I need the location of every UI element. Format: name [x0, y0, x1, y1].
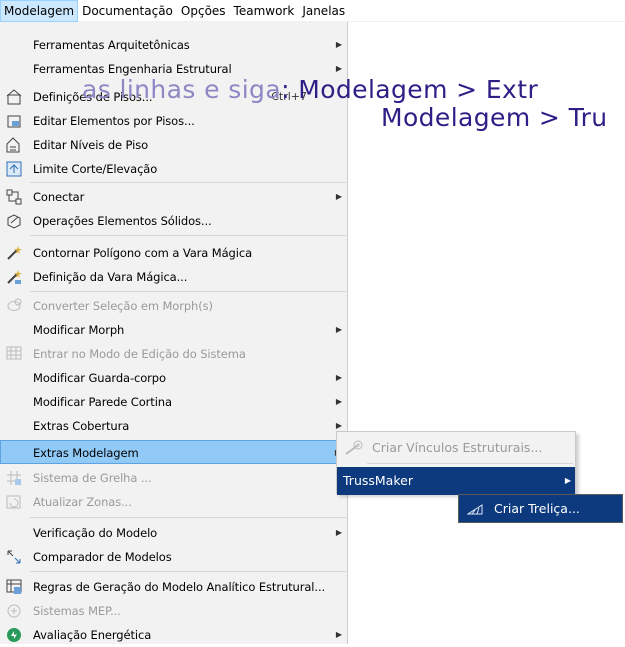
- magic-wand-settings-icon: [6, 269, 22, 285]
- menu-item-label: Regras de Geração do Modelo Analítico Es…: [33, 580, 326, 594]
- menu-item-extras-cobertura[interactable]: Extras Cobertura ▶: [0, 414, 347, 438]
- menu-item-label: Avaliação Energética: [33, 628, 152, 642]
- instruction-text-line2: Modelagem > Tru: [381, 103, 608, 132]
- menu-item-comparador-modelos[interactable]: Comparador de Modelos: [0, 545, 347, 569]
- truss-icon: [466, 501, 483, 517]
- submenu-arrow-icon: ▶: [335, 397, 342, 406]
- menu-item-label: Ferramentas Arquitetônicas: [33, 38, 190, 52]
- menu-divider: [30, 235, 346, 236]
- instruction-prefix: as linhas e siga: [82, 75, 282, 104]
- menu-item-editar-elementos-pisos[interactable]: Editar Elementos por Pisos...: [0, 109, 347, 133]
- extras-modelagem-submenu: Criar Vínculos Estruturais... TrussMaker…: [336, 431, 576, 495]
- menu-item-label: Conectar: [33, 190, 85, 204]
- menu-item-definicao-vara-magica[interactable]: Definição da Vara Mágica...: [0, 265, 347, 289]
- menu-item-sistemas-mep: Sistemas MEP...: [0, 599, 347, 623]
- submenu-item-label: TrussMaker: [343, 473, 413, 488]
- menu-item-modificar-morph[interactable]: Modificar Morph ▶: [0, 318, 347, 342]
- menu-item-label: Definição da Vara Mágica...: [33, 270, 188, 284]
- menu-item-converter-morph: Converter Seleção em Morph(s): [0, 294, 347, 318]
- submenu-item-criar-vinculos: Criar Vínculos Estruturais...: [337, 434, 575, 462]
- menu-item-atualizar-zonas: Atualizar Zonas...: [0, 490, 347, 514]
- submenu-item-label: Criar Treliça...: [494, 501, 580, 516]
- submenu-arrow-icon: ▶: [335, 528, 342, 537]
- menu-item-label: Sistema de Grelha ...: [33, 471, 152, 485]
- menu-item-avaliacao-energetica[interactable]: Avaliação Energética ▶: [0, 623, 347, 647]
- menu-documentacao[interactable]: Documentação: [78, 0, 177, 22]
- menu-item-label: Editar Níveis de Piso: [33, 138, 149, 152]
- submenu-arrow-icon: ▶: [564, 476, 571, 485]
- menu-teamwork[interactable]: Teamwork: [230, 0, 299, 22]
- trussmaker-submenu: Criar Treliça...: [458, 494, 623, 523]
- menu-item-label: Extras Modelagem: [33, 446, 139, 460]
- submenu-arrow-icon: ▶: [335, 325, 342, 334]
- structural-links-icon: [345, 440, 363, 456]
- submenu-arrow-icon: ▶: [335, 192, 342, 201]
- update-zones-icon: [6, 494, 22, 510]
- menu-item-modificar-guarda-corpo[interactable]: Modificar Guarda-corpo ▶: [0, 366, 347, 390]
- submenu-item-criar-trelica[interactable]: Criar Treliça...: [459, 495, 622, 522]
- submenu-arrow-icon: ▶: [335, 40, 342, 49]
- system-edit-icon: [6, 346, 22, 362]
- menu-item-label: Modificar Guarda-corpo: [33, 371, 166, 385]
- menu-modelagem[interactable]: Modelagem: [0, 0, 79, 22]
- grid-system-icon: [6, 470, 22, 486]
- solid-ops-icon: [6, 213, 22, 229]
- menu-item-label: Comparador de Modelos: [33, 550, 172, 564]
- menu-item-label: Verificação do Modelo: [33, 526, 158, 540]
- energy-icon: [6, 627, 22, 643]
- menu-item-label: Extras Cobertura: [33, 419, 130, 433]
- morph-icon: [6, 298, 22, 314]
- menu-item-label: Atualizar Zonas...: [33, 495, 132, 509]
- menu-item-label: Editar Elementos por Pisos...: [33, 114, 195, 128]
- menu-item-operacoes-solidos[interactable]: Operações Elementos Sólidos...: [0, 209, 347, 233]
- submenu-item-trussmaker[interactable]: TrussMaker ▶: [337, 467, 575, 495]
- edit-stories-icon: [6, 113, 22, 129]
- menu-item-verificacao-modelo[interactable]: Verificação do Modelo ▶: [0, 521, 347, 545]
- menu-item-label: Modificar Morph: [33, 323, 125, 337]
- menu-item-conectar[interactable]: Conectar ▶: [0, 185, 347, 209]
- menu-divider: [30, 182, 346, 183]
- stories-icon: [6, 89, 22, 105]
- menu-item-label: Operações Elementos Sólidos...: [33, 214, 212, 228]
- menu-janelas[interactable]: Janelas: [298, 0, 349, 22]
- floor-levels-icon: [6, 137, 22, 153]
- menu-item-label: Sistemas MEP...: [33, 604, 121, 618]
- submenu-arrow-icon: ▶: [335, 630, 342, 639]
- menu-item-label: Converter Seleção em Morph(s): [33, 299, 213, 313]
- submenu-arrow-icon: ▶: [335, 373, 342, 382]
- menu-divider: [30, 291, 346, 292]
- cut-limit-icon: [6, 161, 22, 177]
- menu-bar: Modelagem Documentação Opções Teamwork J…: [0, 0, 625, 22]
- magic-wand-icon: [6, 245, 22, 261]
- analytical-rules-icon: [6, 579, 22, 595]
- compare-icon: [6, 549, 22, 565]
- submenu-item-label: Criar Vínculos Estruturais...: [372, 440, 543, 455]
- menu-item-modo-edicao-sistema: Entrar no Modo de Edição do Sistema: [0, 342, 347, 366]
- menu-item-regras-modelo-analitico[interactable]: Regras de Geração do Modelo Analítico Es…: [0, 575, 347, 599]
- menu-item-label: Limite Corte/Elevação: [33, 162, 158, 176]
- menu-item-limite-corte[interactable]: Limite Corte/Elevação: [0, 157, 347, 181]
- submenu-divider: [367, 463, 573, 464]
- connect-icon: [6, 189, 22, 205]
- menu-item-ferramentas-arquitetonicas[interactable]: Ferramentas Arquitetônicas ▶: [0, 33, 347, 57]
- menu-item-label: Contornar Polígono com a Vara Mágica: [33, 246, 253, 260]
- menu-item-label: Entrar no Modo de Edição do Sistema: [33, 347, 246, 361]
- menu-item-modificar-parede-cortina[interactable]: Modificar Parede Cortina ▶: [0, 390, 347, 414]
- menu-item-label: Modificar Parede Cortina: [33, 395, 172, 409]
- instruction-text-line1: as linhas e siga: Modelagem > Extr: [82, 75, 538, 104]
- instruction-path: : Modelagem > Extr: [281, 75, 539, 104]
- menu-item-editar-niveis-piso[interactable]: Editar Níveis de Piso: [0, 133, 347, 157]
- menu-item-contornar-poligono[interactable]: Contornar Polígono com a Vara Mágica: [0, 241, 347, 265]
- mep-icon: [6, 603, 22, 619]
- menu-item-extras-modelagem[interactable]: Extras Modelagem ▶: [0, 440, 347, 464]
- menu-divider: [30, 571, 346, 572]
- modelagem-dropdown: Ferramentas Arquitetônicas ▶ Ferramentas…: [0, 22, 348, 644]
- menu-divider: [30, 517, 346, 518]
- menu-item-sistema-grelha: Sistema de Grelha ...: [0, 466, 347, 490]
- menu-opcoes[interactable]: Opções: [177, 0, 230, 22]
